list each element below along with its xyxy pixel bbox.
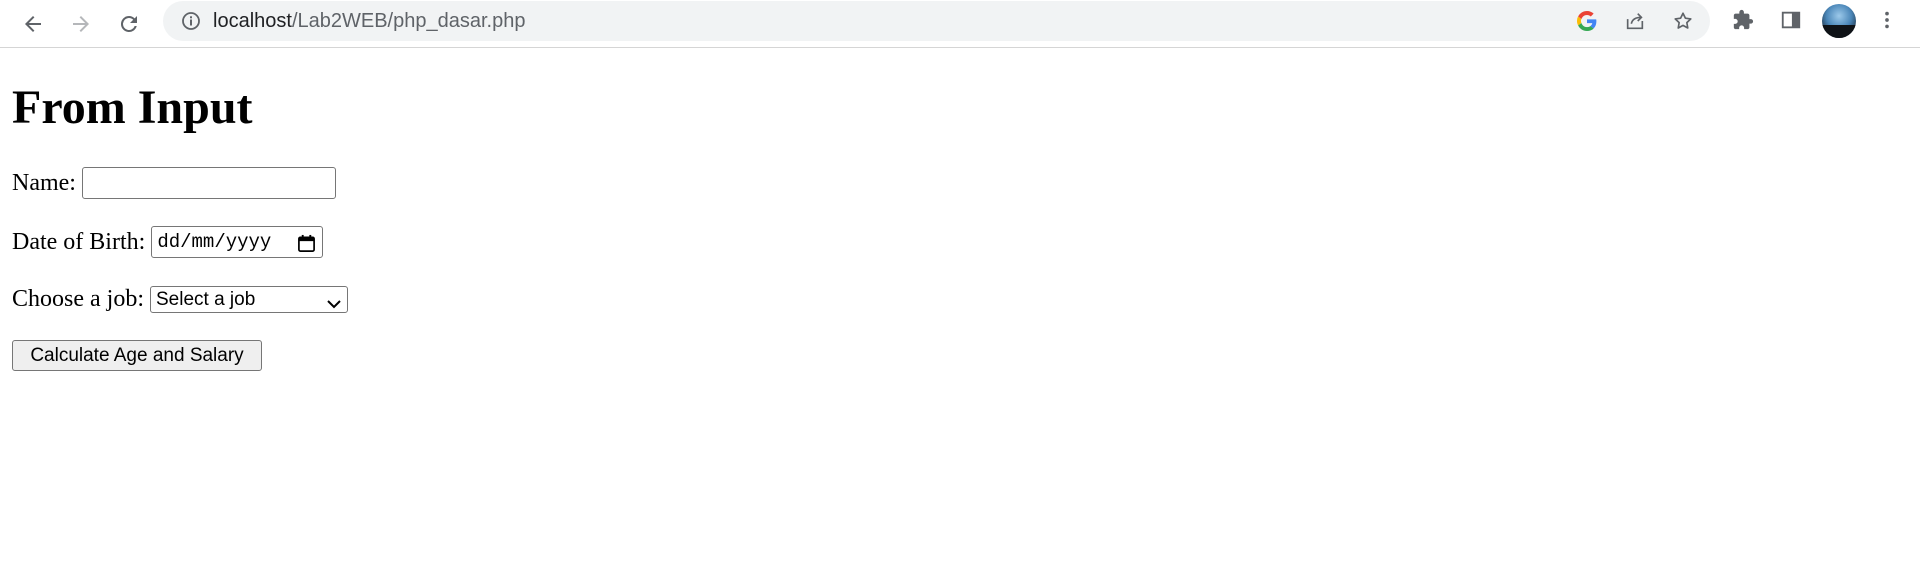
- url-path: /Lab2WEB/php_dasar.php: [291, 10, 526, 32]
- page-title: From Input: [12, 81, 253, 134]
- forward-button[interactable]: [61, 4, 101, 44]
- job-label: Choose a job:: [12, 286, 144, 312]
- name-label: Name:: [12, 170, 76, 196]
- calendar-icon[interactable]: [297, 233, 316, 263]
- back-button[interactable]: [13, 4, 53, 44]
- google-icon[interactable]: [1575, 9, 1599, 33]
- dob-row: Date of Birth: dd/mm/yyyy: [12, 226, 324, 258]
- job-select[interactable]: Select a job: [150, 285, 348, 313]
- job-select-value: Select a job: [156, 288, 256, 310]
- profile-avatar[interactable]: [1822, 4, 1856, 38]
- side-panel-icon[interactable]: [1779, 8, 1803, 32]
- name-row: Name:: [12, 167, 336, 199]
- name-input[interactable]: [81, 167, 336, 199]
- dob-placeholder: dd/mm/yyyy: [157, 231, 272, 253]
- dob-label: Date of Birth:: [12, 229, 146, 255]
- calculate-button[interactable]: Calculate Age and Salary: [12, 340, 262, 371]
- more-menu-icon[interactable]: [1875, 8, 1899, 32]
- bookmark-star-icon[interactable]: [1671, 9, 1695, 33]
- share-icon[interactable]: [1623, 9, 1647, 33]
- address-bar[interactable]: localhost/Lab2WEB/php_dasar.php: [163, 1, 1710, 41]
- extensions-icon[interactable]: [1731, 8, 1755, 32]
- site-info-icon[interactable]: [179, 9, 203, 33]
- url-host: localhost: [213, 10, 292, 32]
- browser-toolbar: localhost/Lab2WEB/php_dasar.php: [0, 0, 1920, 48]
- job-row: Choose a job: Select a job: [12, 284, 348, 314]
- arrow-right-icon: [73, 16, 89, 32]
- arrow-left-icon: [25, 16, 41, 32]
- dob-input[interactable]: dd/mm/yyyy: [151, 226, 324, 258]
- url-text[interactable]: localhost/Lab2WEB/php_dasar.php: [213, 1, 525, 41]
- reload-icon: [120, 15, 137, 32]
- reload-button[interactable]: [109, 4, 149, 44]
- chevron-down-icon: [326, 293, 342, 318]
